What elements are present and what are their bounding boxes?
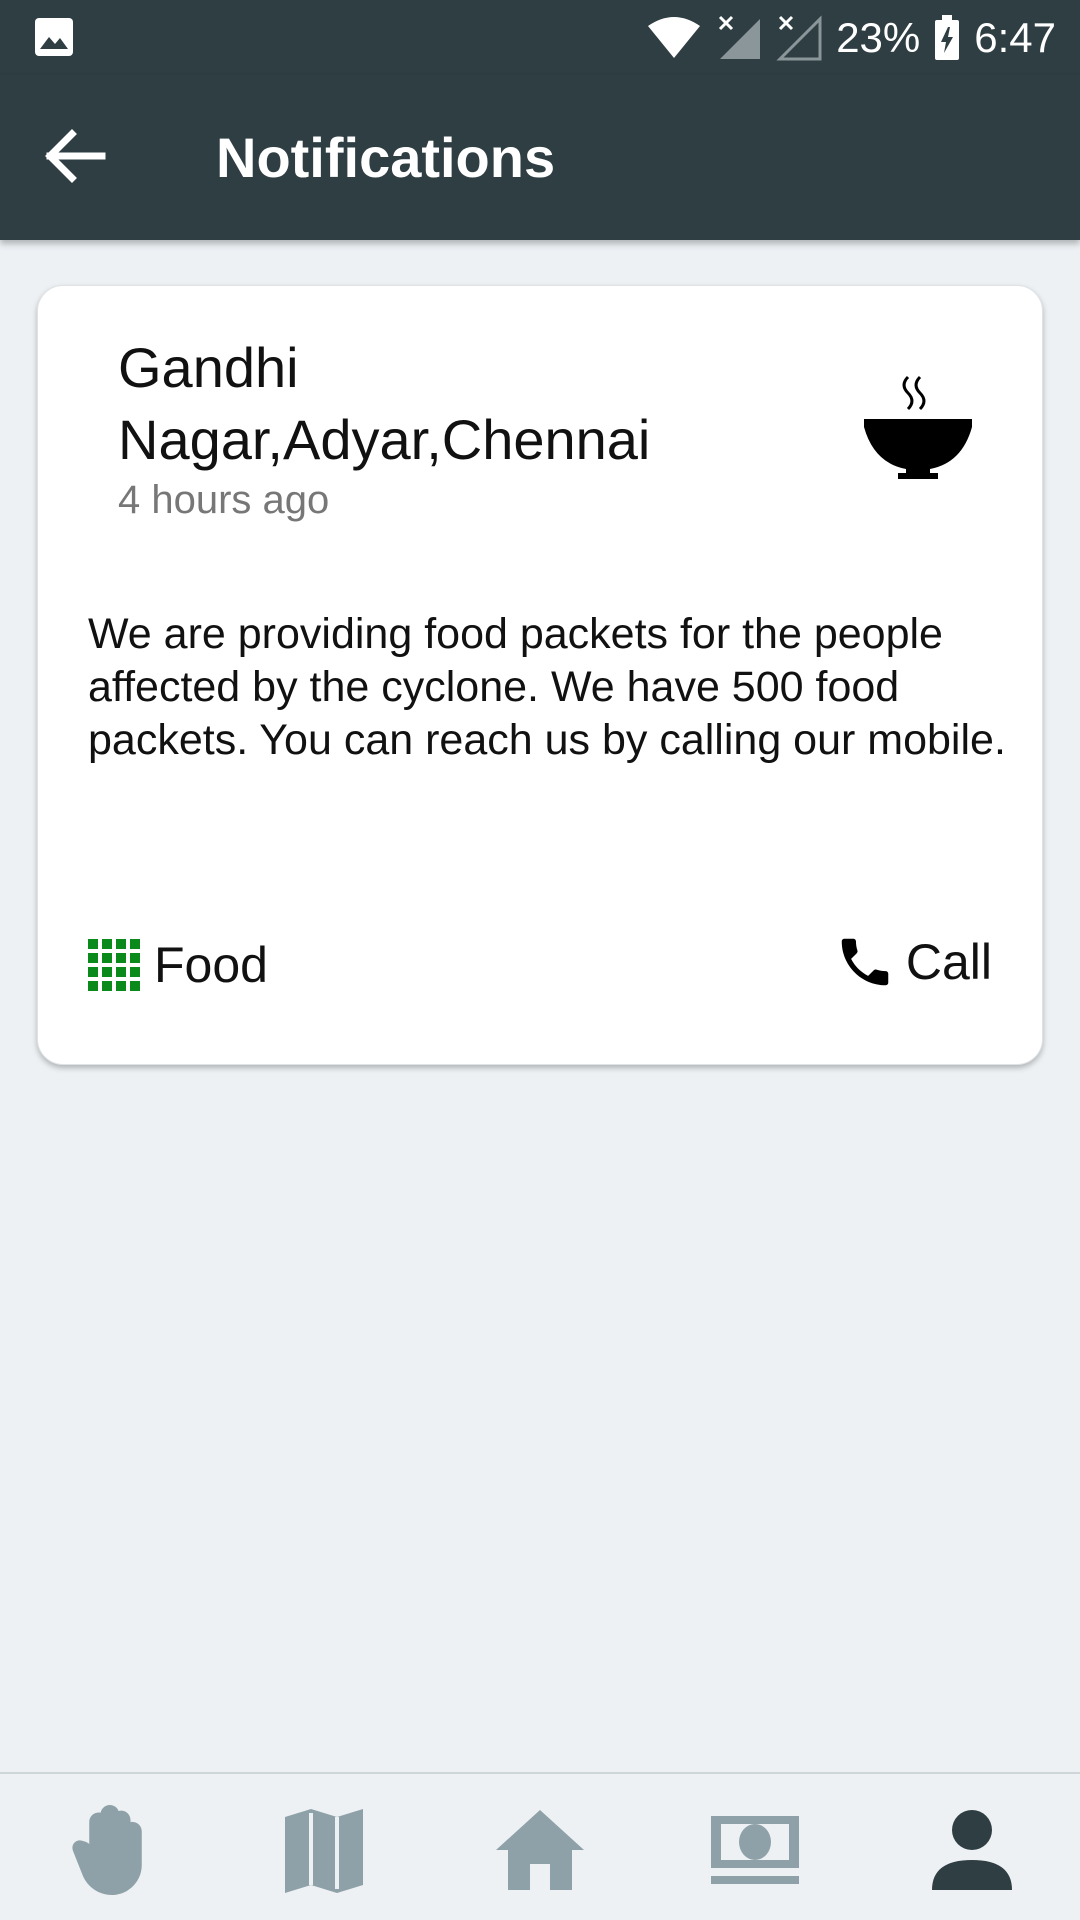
map-icon: [285, 1809, 363, 1893]
status-bar: 23% 6:47: [0, 0, 1080, 75]
app-bar: Notifications: [0, 75, 1080, 240]
nav-item-map[interactable]: [274, 1800, 374, 1900]
bottom-navigation: [0, 1772, 1080, 1920]
notification-card[interactable]: Gandhi Nagar,Adyar,Chennai 4 hours ago W…: [37, 285, 1043, 1065]
nav-item-donate[interactable]: [705, 1800, 805, 1900]
signal-2-icon: [776, 14, 822, 60]
phone-icon: [841, 938, 889, 986]
clock: 6:47: [974, 13, 1056, 61]
signal-1-icon: [719, 15, 761, 59]
notification-time: 4 hours ago: [118, 478, 330, 522]
food-bowl-icon: [864, 375, 972, 479]
notification-message: We are providing food packets for the pe…: [88, 610, 1006, 764]
call-label: Call: [905, 934, 992, 990]
back-arrow-icon[interactable]: [42, 123, 108, 189]
grid-icon: [88, 939, 140, 991]
call-button[interactable]: Call: [834, 931, 992, 993]
person-icon: [932, 1810, 1012, 1890]
nav-item-help[interactable]: [58, 1800, 158, 1900]
gallery-notification-icon: [35, 18, 73, 56]
home-icon: [496, 1810, 584, 1890]
wifi-icon: [648, 16, 701, 58]
nav-item-profile[interactable]: [922, 1800, 1022, 1900]
page-title: Notifications: [216, 126, 556, 189]
notification-location: Gandhi Nagar,Adyar,Chennai: [118, 336, 651, 471]
status-bar-right: 23% 6:47: [646, 0, 1056, 75]
battery-percent: 23%: [836, 13, 921, 61]
hand-icon: [72, 1805, 142, 1895]
category-label: Food: [154, 937, 268, 993]
money-icon: [711, 1816, 799, 1884]
nav-item-home[interactable]: [490, 1800, 590, 1900]
battery-charging-icon: [935, 14, 960, 60]
category-tag: Food: [88, 936, 268, 994]
